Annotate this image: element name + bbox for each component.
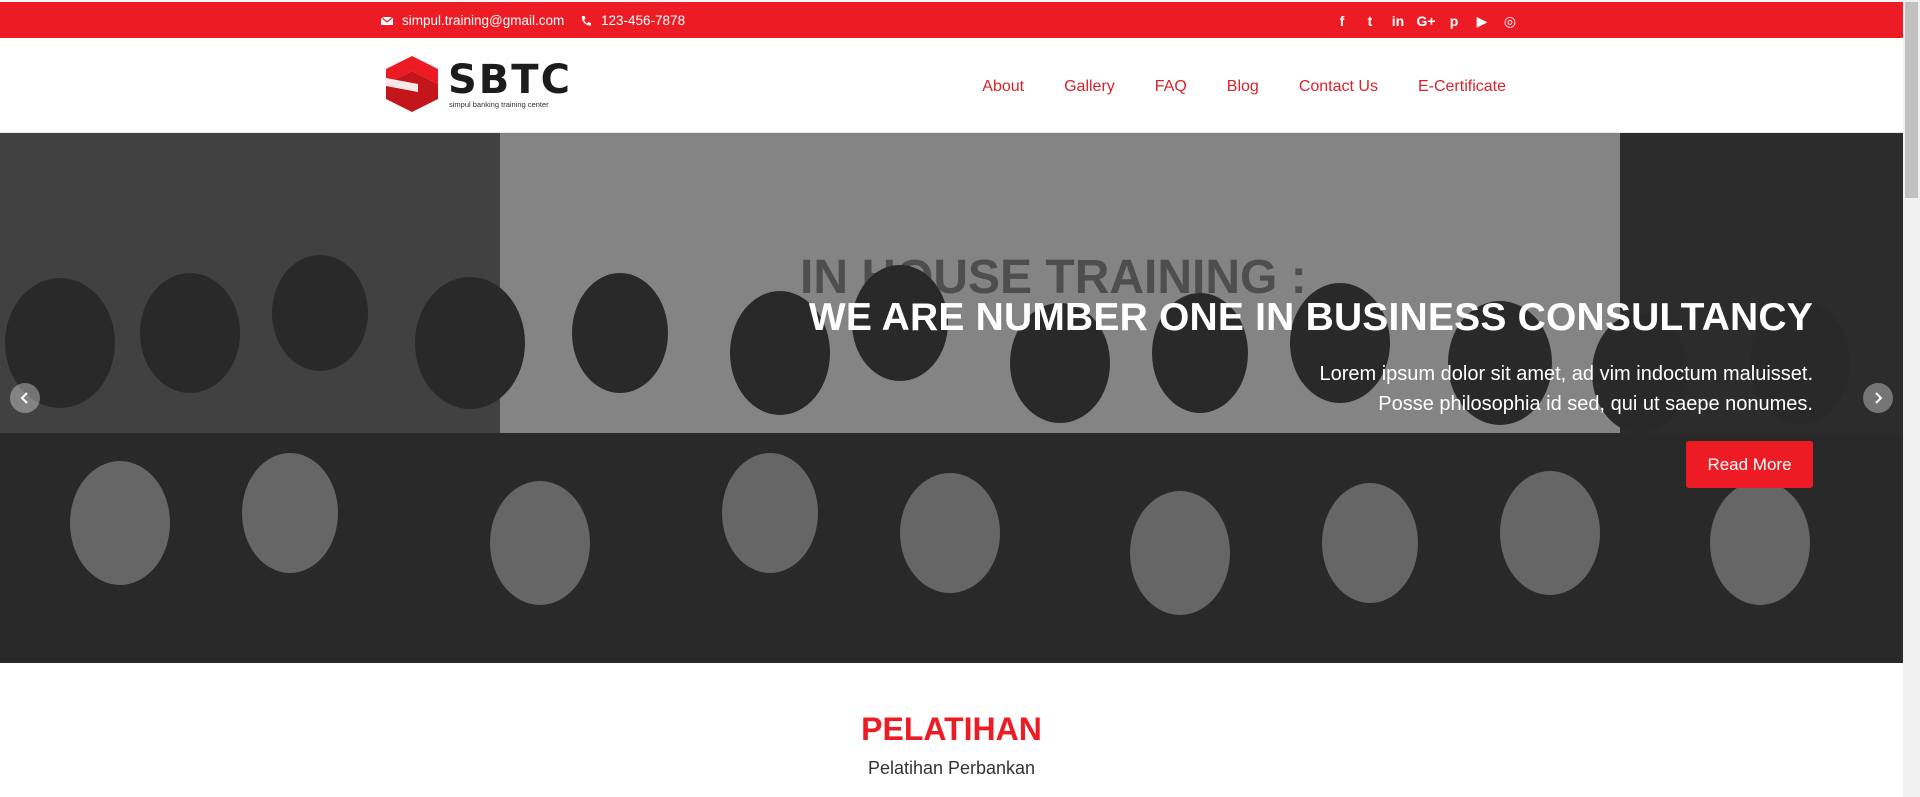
nav-contact-us[interactable]: Contact Us (1299, 78, 1378, 96)
twitter-icon[interactable]: t (1356, 12, 1384, 30)
email-contact[interactable]: simpul.training@gmail.com (381, 13, 564, 28)
nav-about[interactable]: About (982, 78, 1024, 96)
envelope-icon (381, 16, 393, 25)
instagram-icon[interactable]: ◎ (1496, 12, 1524, 30)
nav-blog[interactable]: Blog (1227, 78, 1259, 96)
facebook-icon[interactable]: f (1328, 12, 1356, 30)
section-subtitle: Pelatihan Perbankan (867, 758, 1036, 778)
site-header: SBTC simpul banking training center Abou… (0, 38, 1903, 133)
chevron-right-icon (1875, 392, 1883, 404)
site-logo[interactable]: SBTC simpul banking training center (386, 56, 572, 112)
hero-text-line-2: Posse philosophia id sed, qui ut saepe n… (1378, 393, 1813, 415)
email-text: simpul.training@gmail.com (402, 13, 565, 28)
scrollbar-thumb[interactable] (1905, 2, 1918, 198)
chevron-left-icon (20, 392, 28, 404)
hero-slider: IN HOUSE TRAINING : WE ARE NUMBER ONE IN… (0, 133, 1903, 663)
logo-wordmark: SBTC (448, 57, 572, 103)
section-title: PELATIHAN (861, 711, 1042, 747)
phone-contact[interactable]: 123-456-7878 (580, 13, 685, 28)
phone-text: 123-456-7878 (601, 13, 686, 28)
read-more-button[interactable]: Read More (1686, 441, 1813, 488)
hero-heading: WE ARE NUMBER ONE IN BUSINESS CONSULTANC… (808, 296, 1813, 339)
top-contact-bar: simpul.training@gmail.com 123-456-7878 f… (0, 0, 1903, 38)
nav-e-certificate[interactable]: E-Certificate (1418, 78, 1506, 96)
google-plus-icon[interactable]: G+ (1412, 12, 1440, 30)
pinterest-icon[interactable]: p (1440, 12, 1468, 30)
phone-icon (581, 15, 591, 26)
nav-gallery[interactable]: Gallery (1064, 78, 1115, 96)
slider-next-button[interactable] (1863, 383, 1893, 413)
linkedin-icon[interactable]: in (1384, 12, 1412, 30)
main-nav: About Gallery FAQ Blog Contact Us E-Cert… (942, 78, 1506, 96)
nav-faq[interactable]: FAQ (1155, 78, 1187, 96)
hero-text-line-1: Lorem ipsum dolor sit amet, ad vim indoc… (1319, 363, 1813, 385)
logo-mark-icon (386, 56, 438, 112)
youtube-icon[interactable]: ▶ (1468, 12, 1496, 30)
social-links: f t in G+ p ▶ ◎ (1328, 12, 1524, 30)
page-scrollbar[interactable] (1903, 0, 1920, 797)
slider-prev-button[interactable] (10, 383, 40, 413)
